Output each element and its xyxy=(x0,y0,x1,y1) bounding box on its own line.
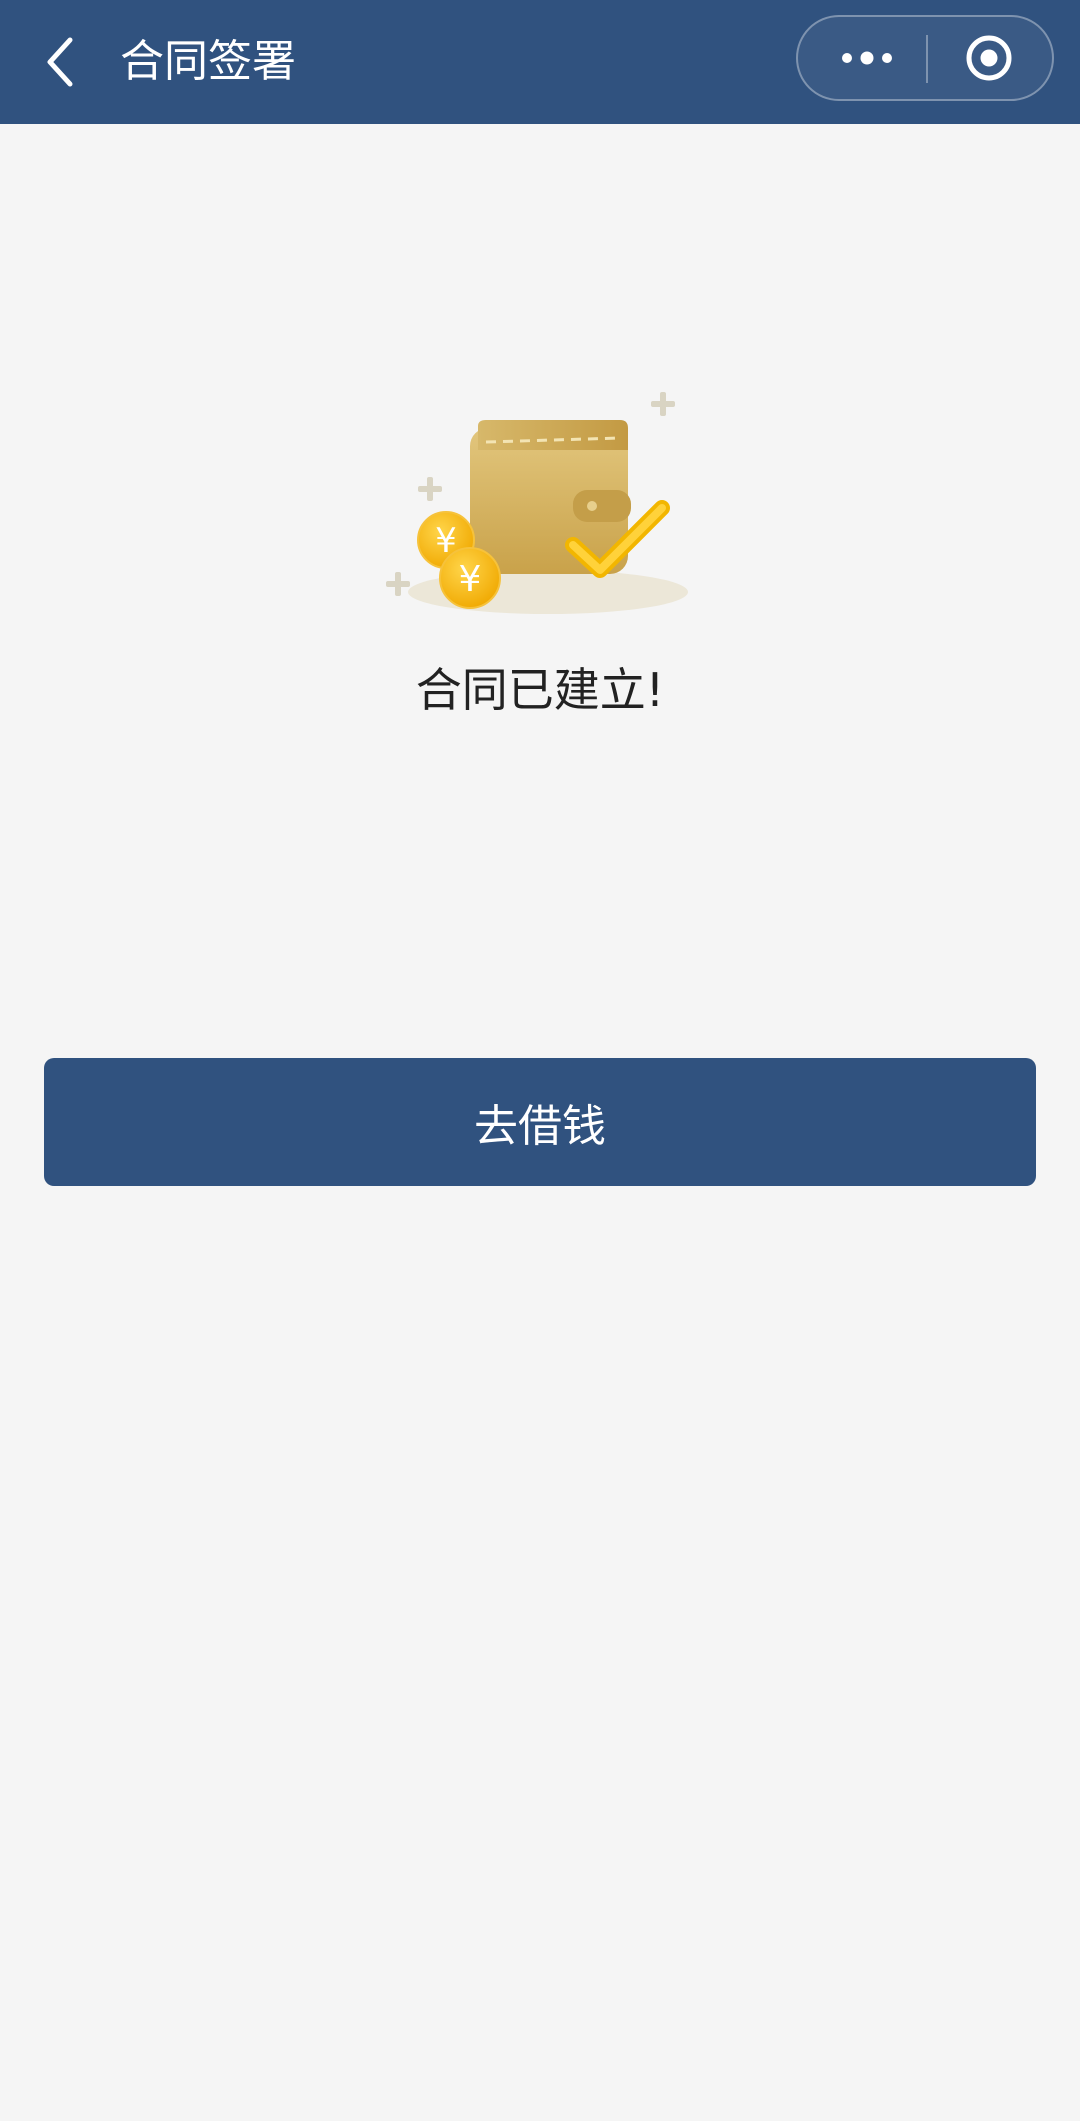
more-button[interactable] xyxy=(812,17,922,99)
borrow-button[interactable]: 去借钱 xyxy=(44,1058,1036,1186)
capsule-divider xyxy=(926,35,928,83)
back-button[interactable] xyxy=(28,22,92,102)
miniprogram-capsule xyxy=(796,15,1054,101)
page-title: 合同签署 xyxy=(120,36,296,87)
result-message: 合同已建立! xyxy=(415,663,665,717)
chevron-left-icon xyxy=(47,37,73,87)
close-button[interactable] xyxy=(934,17,1044,99)
svg-text:¥: ¥ xyxy=(459,559,482,600)
navigation-bar: 合同签署 xyxy=(0,0,1080,124)
more-dots-icon xyxy=(842,51,892,65)
wallet-illustration: ¥ ¥ xyxy=(378,380,708,620)
target-icon xyxy=(966,35,1012,81)
wallet-coins-check-illustration: ¥ ¥ xyxy=(386,392,688,614)
